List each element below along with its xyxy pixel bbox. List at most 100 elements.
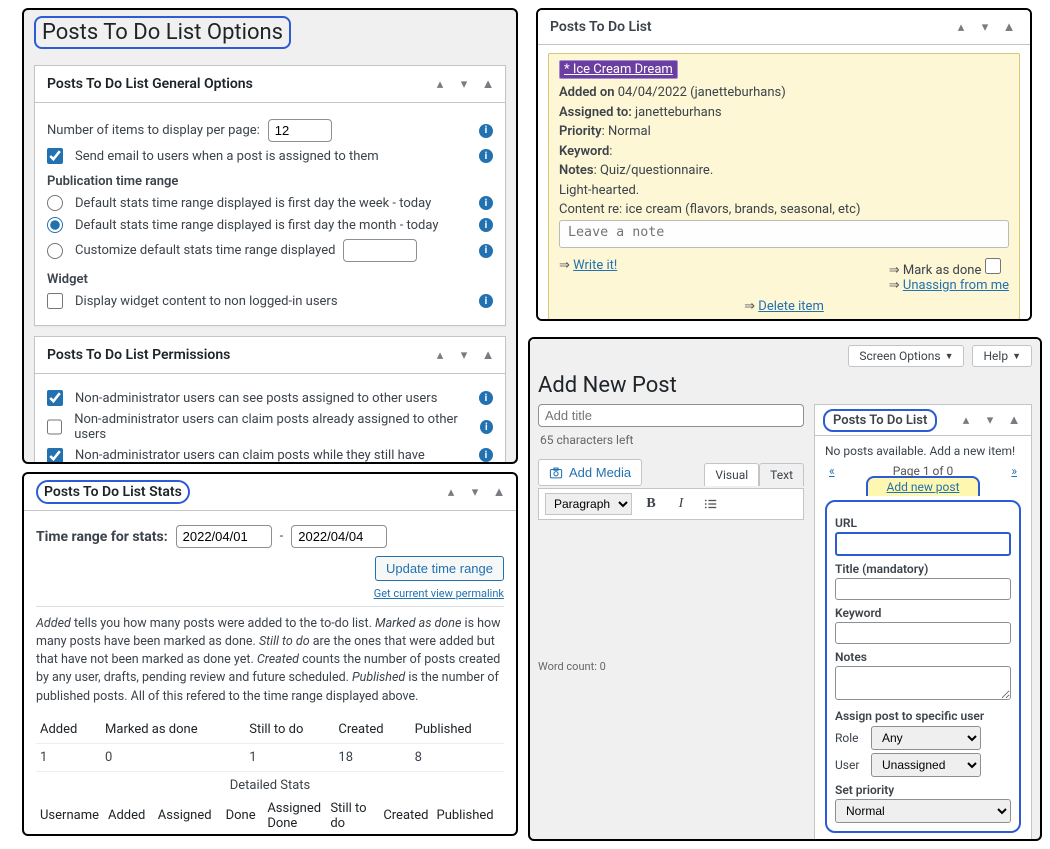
pager-text: Page 1 of 0 bbox=[893, 464, 954, 478]
info-icon[interactable]: i bbox=[479, 196, 493, 210]
role-select[interactable]: Any bbox=[871, 726, 981, 750]
mark-done-checkbox[interactable] bbox=[985, 258, 1001, 274]
chevron-up-icon[interactable]: ▴ bbox=[442, 483, 460, 501]
info-icon[interactable]: i bbox=[479, 244, 493, 258]
caret-up-icon[interactable]: ▲ bbox=[490, 483, 508, 501]
table-row: 101188 bbox=[36, 743, 504, 771]
write-it-link[interactable]: Write it! bbox=[573, 258, 617, 273]
update-range-button[interactable]: Update time range bbox=[375, 556, 504, 581]
user-select[interactable]: Unassigned bbox=[871, 753, 981, 777]
unassign-link[interactable]: Unassign from me bbox=[903, 278, 1009, 293]
radio-week-label: Default stats time range displayed is fi… bbox=[75, 196, 431, 211]
priority-select[interactable]: Normal bbox=[835, 799, 1011, 823]
chevron-down-icon[interactable]: ▾ bbox=[981, 411, 999, 429]
info-icon[interactable]: i bbox=[479, 448, 493, 462]
info-icon[interactable]: i bbox=[479, 124, 493, 138]
post-title-input[interactable] bbox=[538, 404, 804, 427]
sidebar-todo-box: Posts To Do List ▴ ▾ ▲ No posts availabl… bbox=[814, 404, 1032, 841]
perm-claim-pending-label: Non-administrator users can claim posts … bbox=[75, 448, 455, 464]
date-from-input[interactable] bbox=[176, 525, 272, 548]
screen-options-button[interactable]: Screen Options▼ bbox=[848, 345, 964, 367]
widget-heading: Widget bbox=[47, 272, 493, 287]
perm-claim-label: Non-administrator users can claim posts … bbox=[74, 412, 472, 442]
title-input[interactable] bbox=[835, 578, 1011, 600]
sidebar-heading: Posts To Do List bbox=[823, 409, 937, 432]
page-title-options: Posts To Do List Options bbox=[34, 16, 291, 49]
radio-month-label: Default stats time range displayed is fi… bbox=[75, 218, 439, 233]
delete-link[interactable]: Delete item bbox=[758, 299, 824, 314]
radio-custom[interactable] bbox=[47, 243, 63, 259]
url-input[interactable] bbox=[835, 532, 1011, 556]
add-media-button[interactable]: Add Media bbox=[538, 459, 642, 486]
paragraph-select[interactable]: Paragraph bbox=[545, 493, 632, 515]
title-label: Title (mandatory) bbox=[835, 562, 1011, 576]
pager-next[interactable]: » bbox=[1011, 464, 1017, 478]
detailed-table: UsernameAddedAssignedDoneAssigned DoneSt… bbox=[36, 795, 504, 836]
perm-claim-pending-checkbox[interactable] bbox=[47, 448, 63, 464]
detailed-title: Detailed Stats bbox=[36, 778, 504, 793]
todo-heading: Posts To Do List bbox=[550, 19, 652, 35]
chevron-up-icon[interactable]: ▴ bbox=[957, 411, 975, 429]
priority-label: Set priority bbox=[835, 783, 1011, 797]
caret-up-icon[interactable]: ▲ bbox=[479, 346, 497, 364]
items-per-page-input[interactable] bbox=[268, 119, 332, 142]
radio-week[interactable] bbox=[47, 195, 63, 211]
info-icon[interactable]: i bbox=[479, 149, 493, 163]
tab-text[interactable]: Text bbox=[759, 463, 804, 486]
caret-up-icon[interactable]: ▲ bbox=[479, 75, 497, 93]
widget-display-label: Display widget content to non logged-in … bbox=[75, 294, 338, 309]
bold-button[interactable]: B bbox=[640, 493, 662, 515]
perm-claim-checkbox[interactable] bbox=[47, 419, 62, 435]
pager-prev[interactable]: « bbox=[829, 464, 835, 478]
chevron-down-icon[interactable]: ▾ bbox=[976, 18, 994, 36]
role-label: Role bbox=[835, 731, 865, 745]
send-email-checkbox[interactable] bbox=[47, 148, 63, 164]
italic-button[interactable]: I bbox=[670, 493, 692, 515]
word-count: Word count: 0 bbox=[538, 660, 804, 673]
info-icon[interactable]: i bbox=[480, 420, 493, 434]
chevron-up-icon[interactable]: ▴ bbox=[952, 18, 970, 36]
notes-label: Notes bbox=[835, 650, 1011, 664]
note-input[interactable] bbox=[559, 220, 1009, 248]
send-email-label: Send email to users when a post is assig… bbox=[75, 149, 379, 164]
perm-see-checkbox[interactable] bbox=[47, 390, 63, 406]
chevron-down-icon[interactable]: ▾ bbox=[466, 483, 484, 501]
permalink-link[interactable]: Get current view permalink bbox=[374, 587, 504, 600]
date-sep: - bbox=[280, 529, 284, 544]
perm-see-label: Non-administrator users can see posts as… bbox=[75, 391, 437, 406]
caret-up-icon[interactable]: ▲ bbox=[1005, 411, 1023, 429]
general-heading: Posts To Do List General Options bbox=[47, 76, 253, 92]
help-button[interactable]: Help▼ bbox=[972, 345, 1032, 367]
items-per-page-label: Number of items to display per page: bbox=[47, 123, 260, 138]
date-to-input[interactable] bbox=[291, 525, 387, 548]
widget-display-checkbox[interactable] bbox=[47, 293, 63, 309]
pub-time-heading: Publication time range bbox=[47, 174, 493, 189]
chevron-up-icon[interactable]: ▴ bbox=[431, 75, 449, 93]
chevron-up-icon[interactable]: ▴ bbox=[431, 346, 449, 364]
custom-range-input[interactable] bbox=[343, 239, 417, 262]
info-icon[interactable]: i bbox=[479, 218, 493, 232]
permissions-heading: Posts To Do List Permissions bbox=[47, 347, 230, 363]
mark-done-label: Mark as done bbox=[903, 263, 981, 278]
editor-toolbar: Paragraph B I bbox=[538, 488, 804, 520]
radio-month[interactable] bbox=[47, 217, 63, 233]
chevron-down-icon[interactable]: ▾ bbox=[455, 75, 473, 93]
stats-description: Added tells you how many posts were adde… bbox=[36, 615, 504, 706]
caret-up-icon[interactable]: ▲ bbox=[1000, 18, 1018, 36]
info-icon[interactable]: i bbox=[479, 294, 493, 308]
info-icon[interactable]: i bbox=[479, 391, 493, 405]
camera-icon bbox=[549, 466, 563, 480]
chevron-down-icon[interactable]: ▾ bbox=[455, 346, 473, 364]
chars-left: 65 characters left bbox=[540, 433, 802, 447]
tab-visual[interactable]: Visual bbox=[704, 463, 759, 486]
notes-input[interactable] bbox=[835, 666, 1011, 700]
summary-table: AddedMarked as doneStill to doCreatedPub… bbox=[36, 716, 504, 772]
list-button[interactable] bbox=[700, 493, 722, 515]
add-new-post-link[interactable]: Add new post bbox=[886, 480, 959, 494]
keyword-label: Keyword bbox=[835, 606, 1011, 620]
todo-item-title[interactable]: * Ice Cream Dream bbox=[559, 60, 678, 79]
user-label: User bbox=[835, 758, 865, 772]
keyword-input[interactable] bbox=[835, 622, 1011, 644]
radio-custom-label: Customize default stats time range displ… bbox=[75, 243, 335, 258]
assign-label: Assign post to specific user bbox=[835, 709, 1011, 723]
